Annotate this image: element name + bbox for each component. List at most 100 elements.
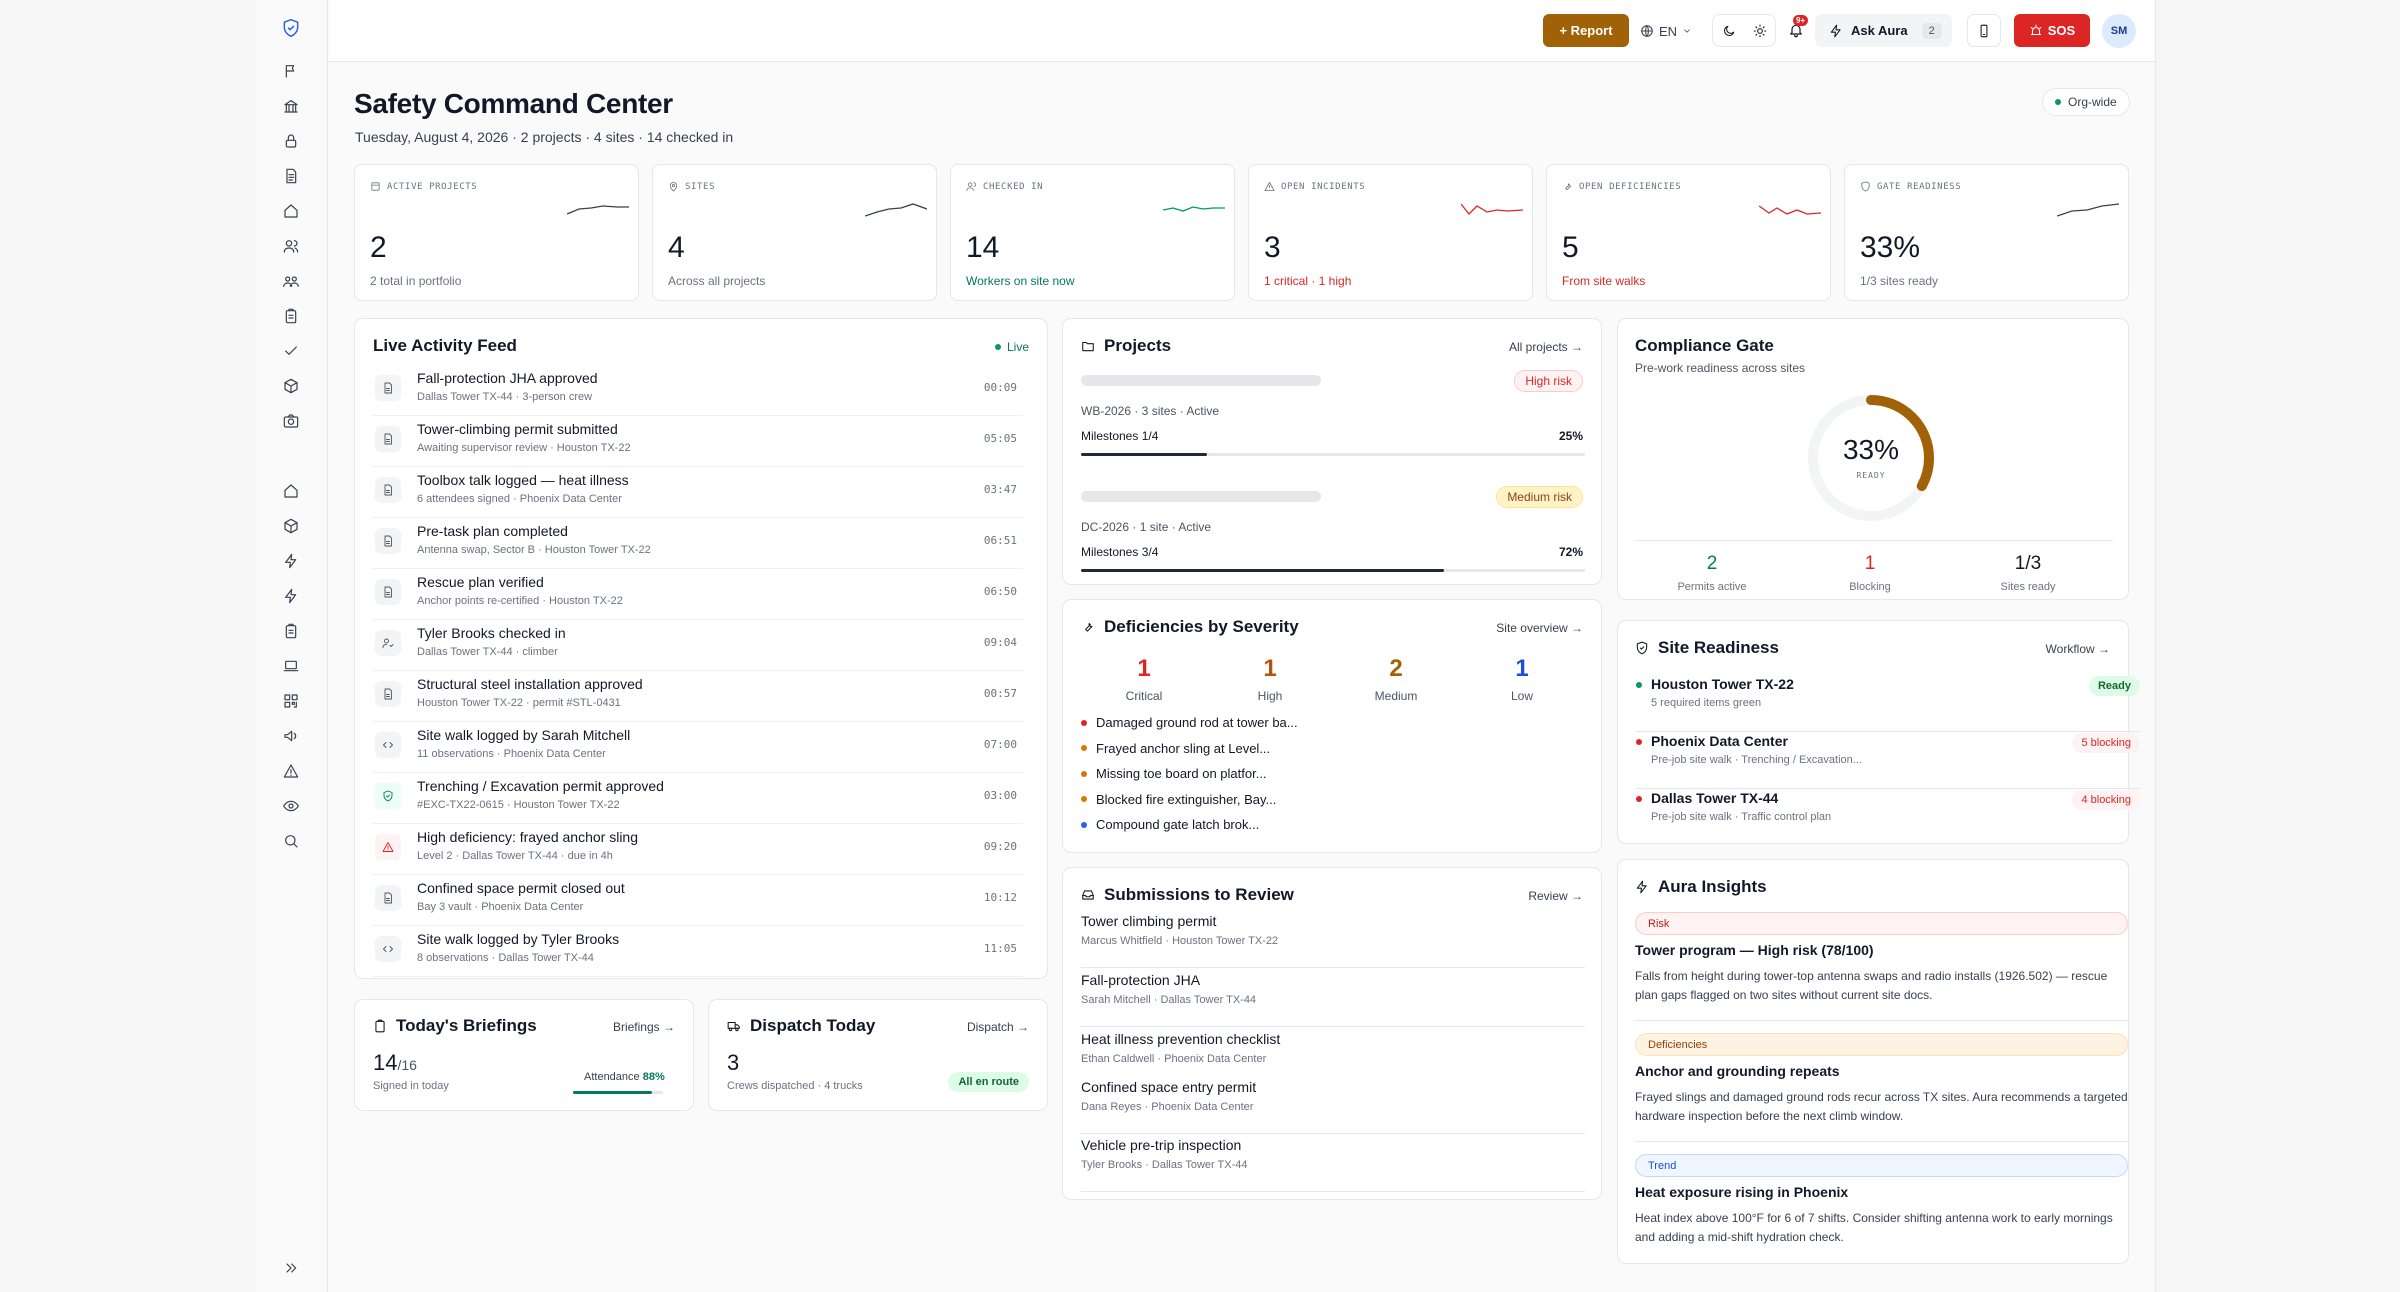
feed-item-sub: #EXC-TX22-0615 · Houston Tower TX-22 <box>417 799 620 811</box>
feed-item[interactable]: High deficiency: frayed anchor sling Leve… <box>373 829 1023 875</box>
logo-shield-icon[interactable] <box>276 13 306 43</box>
insight-body: Falls from height during tower-top anten… <box>1635 969 2108 1002</box>
kpi-card-6[interactable]: GATE READINESS 33% 1/3 sites ready <box>1844 164 2129 301</box>
feed-item-title: Tower-climbing permit submitted <box>417 421 618 437</box>
report-button[interactable]: + Report <box>1543 14 1629 47</box>
user-avatar[interactable]: SM <box>2102 14 2136 48</box>
submission-item[interactable]: Tower climbing permit Marcus Whitfield · … <box>1081 913 1585 968</box>
feed-item[interactable]: Confined space permit closed out Bay 3 va… <box>373 880 1023 926</box>
home-icon[interactable] <box>276 196 306 226</box>
briefings-link[interactable]: Briefings → <box>613 1020 675 1034</box>
deficiency-item[interactable]: Frayed anchor sling at Level... <box>1081 741 1270 756</box>
feed-item[interactable]: Structural steel installation approved Ho… <box>373 676 1023 722</box>
sos-button[interactable]: SOS <box>2014 14 2090 47</box>
deficiency-item[interactable]: Blocked fire extinguisher, Bay... <box>1081 792 1276 807</box>
package-icon[interactable] <box>276 511 306 541</box>
kpi-card-5[interactable]: OPEN DEFICIENCIES 5 From site walks <box>1546 164 1831 301</box>
language-selector[interactable]: EN <box>1640 20 1692 42</box>
feed-item[interactable]: Toolbox talk logged — heat illness 6 atte… <box>373 472 1023 518</box>
review-link[interactable]: Review → <box>1528 889 1583 903</box>
kpi-card-2[interactable]: SITES 4 Across all projects <box>652 164 937 301</box>
expand-sidebar-icon[interactable] <box>276 1253 306 1283</box>
severity-low[interactable]: 1 Low <box>1462 655 1582 703</box>
site-row[interactable]: Dallas Tower TX-44 Pre-job site walk · Tr… <box>1636 790 2140 846</box>
eye-icon[interactable] <box>276 791 306 821</box>
feed-item-sub: 6 attendees signed · Phoenix Data Center <box>417 493 622 505</box>
deficiency-item[interactable]: Compound gate latch brok... <box>1081 817 1259 832</box>
workflow-link[interactable]: Workflow → <box>2046 642 2110 656</box>
submission-item[interactable]: Heat illness prevention checklist Ethan C… <box>1081 1031 1585 1086</box>
sun-icon[interactable] <box>1753 24 1767 38</box>
feed-item[interactable]: Rescue plan verified Anchor points re-cer… <box>373 574 1023 620</box>
document-icon[interactable] <box>276 161 306 191</box>
kpi-note: 1/3 sites ready <box>1860 274 1939 288</box>
feed-item[interactable]: Trenching / Excavation permit approved #E… <box>373 778 1023 824</box>
qr-code-icon[interactable] <box>276 686 306 716</box>
users-icon[interactable] <box>276 231 306 261</box>
bolt-2-icon[interactable] <box>276 581 306 611</box>
feed-item[interactable]: Fall-protection JHA approved Dallas Tower… <box>373 370 1023 416</box>
feed-item-time: 05:05 <box>983 432 1017 445</box>
feed-item[interactable]: Tyler Brooks checked in Dallas Tower TX-4… <box>373 625 1023 671</box>
feed-item[interactable]: Site walk logged by Tyler Brooks 8 observ… <box>373 931 1023 977</box>
lock-icon[interactable] <box>276 126 306 156</box>
mobile-view-button[interactable] <box>1967 14 2001 47</box>
site-overview-link[interactable]: Site overview → <box>1496 621 1583 635</box>
all-projects-link[interactable]: All projects → <box>1509 340 1583 354</box>
shield-check-icon <box>375 783 401 809</box>
severity-high[interactable]: 1 High <box>1210 655 1330 703</box>
deficiency-item[interactable]: Damaged ground rod at tower ba... <box>1081 715 1298 730</box>
kpi-value: 3 <box>1264 231 1281 264</box>
site-name: Houston Tower TX-22 <box>1651 676 1794 692</box>
dispatch-link[interactable]: Dispatch → <box>967 1020 1029 1034</box>
severity-medium[interactable]: 2 Medium <box>1336 655 1456 703</box>
submission-title: Confined space entry permit <box>1081 1079 1257 1095</box>
kpi-value: 14 <box>966 231 1000 264</box>
kpi-sparkline <box>567 205 629 215</box>
feed-item-time: 00:57 <box>983 687 1017 700</box>
kpi-card-1[interactable]: ACTIVE PROJECTS 2 2 total in portfolio <box>354 164 639 301</box>
feed-item[interactable]: Pre-task plan completed Antenna swap, Sec… <box>373 523 1023 569</box>
severity-critical[interactable]: 1 Critical <box>1084 655 1204 703</box>
site-row[interactable]: Phoenix Data Center Pre-job site walk · T… <box>1636 733 2140 789</box>
kpi-label-text: OPEN DEFICIENCIES <box>1579 181 1682 192</box>
flag-icon[interactable] <box>276 56 306 86</box>
box-icon[interactable] <box>276 371 306 401</box>
feed-item[interactable]: Tower-climbing permit submitted Awaiting … <box>373 421 1023 467</box>
search-icon[interactable] <box>276 826 306 856</box>
camera-icon[interactable] <box>276 406 306 436</box>
checklist-icon[interactable] <box>276 616 306 646</box>
attendance-fill <box>573 1091 653 1094</box>
megaphone-icon[interactable] <box>276 721 306 751</box>
submission-item[interactable]: Fall-protection JHA Sarah Mitchell · Dall… <box>1081 972 1585 1027</box>
insight-title[interactable]: Tower program — High risk (78/100) <box>1635 942 1874 958</box>
feed-item[interactable]: Site walk logged by Sarah Mitchell 11 obs… <box>373 727 1023 773</box>
sos-label: SOS <box>2047 23 2076 38</box>
team-icon[interactable] <box>276 266 306 296</box>
site-row[interactable]: Houston Tower TX-22 5 required items gree… <box>1636 676 2140 732</box>
moon-icon[interactable] <box>1722 24 1736 38</box>
submission-item[interactable]: Confined space entry permit Dana Reyes · … <box>1081 1079 1585 1134</box>
bolt-icon[interactable] <box>276 546 306 576</box>
feed-item-title: Rescue plan verified <box>417 574 544 590</box>
warning-icon[interactable] <box>276 756 306 786</box>
project-2-name <box>1081 491 1321 502</box>
theme-toggle[interactable] <box>1712 14 1776 47</box>
insight-title[interactable]: Anchor and grounding repeats <box>1635 1063 1840 1079</box>
kpi-card-3[interactable]: CHECKED IN 14 Workers on site now <box>950 164 1235 301</box>
feed-item-sub: 11 observations · Phoenix Data Center <box>417 748 606 760</box>
deficiency-item[interactable]: Missing toe board on platfor... <box>1081 766 1267 781</box>
check-icon[interactable] <box>276 336 306 366</box>
sparkline-path <box>865 203 927 217</box>
clipboard-icon[interactable] <box>276 301 306 331</box>
laptop-icon[interactable] <box>276 651 306 681</box>
insight-title[interactable]: Heat exposure rising in Phoenix <box>1635 1184 1848 1200</box>
scope-badge[interactable]: Org-wide <box>2042 88 2130 116</box>
home-2-icon[interactable] <box>276 476 306 506</box>
ask-aura-button[interactable]: Ask Aura 2 <box>1815 14 1952 47</box>
kpi-card-4[interactable]: OPEN INCIDENTS 3 1 critical · 1 high <box>1248 164 1533 301</box>
feed-item-sub: Level 2 · Dallas Tower TX-44 · due in 4h <box>417 850 613 862</box>
submission-item[interactable]: Vehicle pre-trip inspection Tyler Brooks … <box>1081 1137 1585 1192</box>
building-icon[interactable] <box>276 91 306 121</box>
dispatch-header: Dispatch Today <box>727 1016 875 1036</box>
